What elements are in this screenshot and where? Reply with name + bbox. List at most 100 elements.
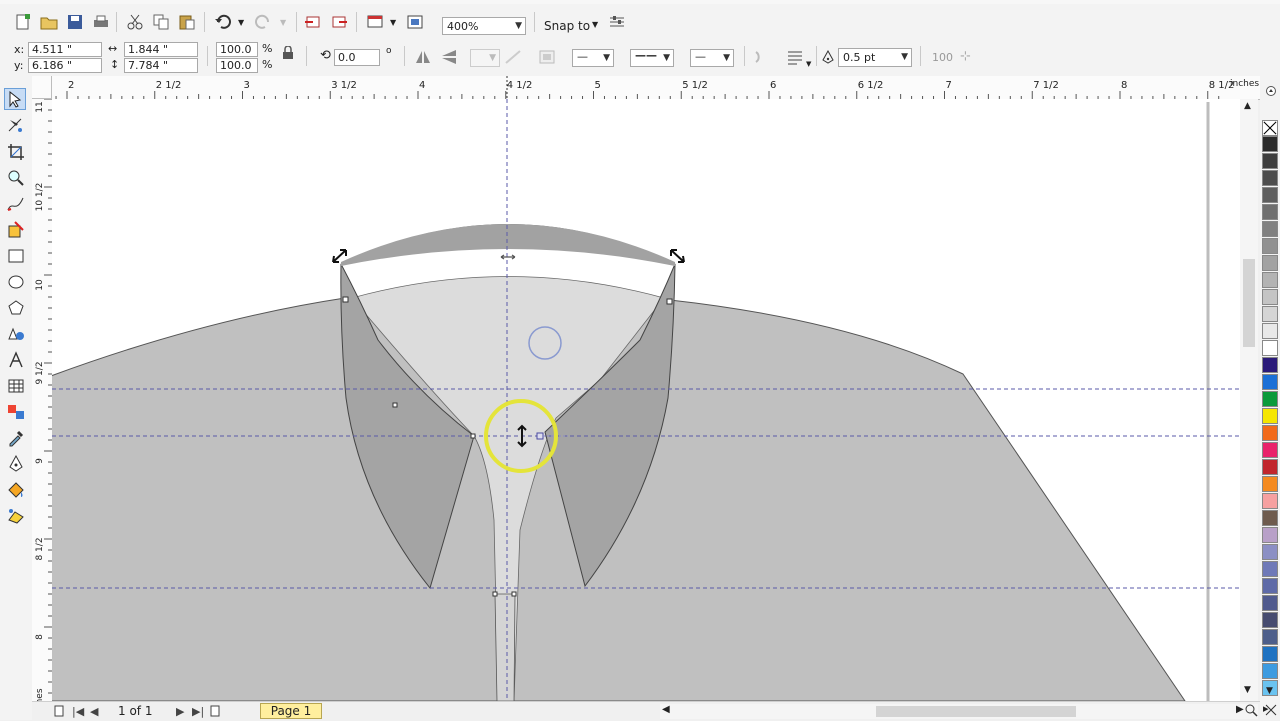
color-swatch[interactable] bbox=[1262, 493, 1278, 509]
color-swatch[interactable] bbox=[1262, 408, 1278, 424]
rotate-handle-top-left[interactable] bbox=[332, 249, 347, 263]
x-position-field[interactable]: 4.511 " bbox=[28, 42, 102, 57]
color-swatch[interactable] bbox=[1262, 170, 1278, 186]
placket-shape[interactable] bbox=[494, 593, 516, 701]
color-swatch[interactable] bbox=[1262, 221, 1278, 237]
undo-icon[interactable] bbox=[214, 14, 232, 30]
color-swatch[interactable] bbox=[1262, 272, 1278, 288]
freehand-tool-icon[interactable] bbox=[6, 194, 26, 214]
end-arrowhead-select[interactable]: — ▼ bbox=[690, 49, 734, 67]
zoom-level-select[interactable]: 400% ▼ bbox=[442, 17, 526, 35]
color-swatch[interactable] bbox=[1262, 527, 1278, 543]
scale-x-field[interactable]: 100.0 bbox=[216, 42, 258, 57]
new-document-icon[interactable] bbox=[14, 14, 32, 30]
color-swatch[interactable] bbox=[1262, 510, 1278, 526]
import-icon[interactable] bbox=[304, 14, 322, 30]
mirror-vertical-icon[interactable] bbox=[440, 49, 458, 65]
ellipse-tool-icon[interactable] bbox=[6, 272, 26, 292]
start-arrowhead-select[interactable]: — ▼ bbox=[572, 49, 614, 67]
drawing-canvas[interactable] bbox=[52, 99, 1240, 701]
color-swatch[interactable] bbox=[1262, 340, 1278, 356]
table-tool-icon[interactable] bbox=[6, 376, 26, 396]
color-swatch[interactable] bbox=[1262, 255, 1278, 271]
zoom-navigator-icon[interactable] bbox=[1244, 703, 1258, 717]
quick-corner-select[interactable]: ▼ bbox=[470, 49, 500, 67]
palette-scroll-up-icon[interactable] bbox=[1266, 86, 1276, 96]
selected-node[interactable] bbox=[536, 432, 544, 440]
path-node[interactable] bbox=[470, 433, 476, 439]
width-field[interactable]: 1.844 " bbox=[124, 42, 198, 57]
basic-shapes-tool-icon[interactable] bbox=[6, 324, 26, 344]
color-swatch[interactable] bbox=[1262, 595, 1278, 611]
text-tool-icon[interactable] bbox=[6, 350, 26, 370]
vertical-ruler[interactable]: 11 10 1/2 10 9 1/2 9 8 1/2 8 inches bbox=[32, 99, 53, 701]
y-position-field[interactable]: 6.186 " bbox=[28, 58, 102, 73]
redo-dropdown-arrow[interactable]: ▼ bbox=[280, 18, 286, 27]
color-swatch[interactable] bbox=[1262, 646, 1278, 662]
open-folder-icon[interactable] bbox=[40, 14, 58, 30]
snap-to-dropdown-arrow[interactable]: ▼ bbox=[592, 20, 598, 29]
horizontal-scroll-thumb[interactable] bbox=[876, 706, 1076, 717]
lock-ratio-icon[interactable] bbox=[282, 46, 294, 60]
scroll-up-arrow[interactable]: ▲ bbox=[1244, 101, 1251, 111]
color-swatch[interactable] bbox=[1262, 204, 1278, 220]
color-swatch[interactable] bbox=[1262, 306, 1278, 322]
scroll-right-arrow[interactable]: ▶ bbox=[1236, 704, 1244, 715]
last-page-icon[interactable]: ▶| bbox=[192, 705, 204, 718]
scroll-down-arrow[interactable]: ▼ bbox=[1244, 685, 1251, 695]
color-swatch[interactable] bbox=[1262, 629, 1278, 645]
horizontal-scrollbar[interactable]: ◀ ▶ bbox=[660, 704, 1258, 719]
pick-tool-selected[interactable] bbox=[4, 88, 26, 110]
path-node[interactable] bbox=[342, 296, 349, 303]
text-wrap-icon[interactable] bbox=[786, 49, 804, 65]
color-swatch[interactable] bbox=[1262, 561, 1278, 577]
skew-handle-top[interactable] bbox=[500, 254, 516, 260]
drawing-artwork[interactable] bbox=[52, 99, 1240, 701]
export-icon[interactable] bbox=[330, 14, 348, 30]
palette-options-icon[interactable] bbox=[1264, 703, 1278, 717]
path-node[interactable] bbox=[511, 591, 517, 597]
cut-icon[interactable] bbox=[126, 14, 144, 30]
page-tab[interactable]: Page 1 bbox=[260, 703, 322, 719]
print-icon[interactable] bbox=[92, 14, 110, 30]
palette-scroll-down-icon[interactable]: ▼ bbox=[1266, 686, 1273, 696]
scale-y-field[interactable]: 100.0 bbox=[216, 58, 258, 73]
horizontal-ruler[interactable]: 22 1/2 3 3 1/2 4 4 1/2 5 5 1/2 6 6 1/2 7 7 1/2 8 8 1… bbox=[32, 76, 1260, 100]
full-screen-preview-icon[interactable] bbox=[406, 14, 424, 30]
color-swatch[interactable] bbox=[1262, 425, 1278, 441]
height-field[interactable]: 7.784 " bbox=[124, 58, 198, 73]
color-swatch[interactable] bbox=[1262, 238, 1278, 254]
redo-icon[interactable] bbox=[254, 14, 272, 30]
options-icon[interactable] bbox=[608, 14, 626, 30]
copy-icon[interactable] bbox=[152, 14, 170, 30]
launcher-dropdown-arrow[interactable]: ▼ bbox=[390, 18, 396, 27]
paste-icon[interactable] bbox=[178, 14, 196, 30]
fill-tool-icon[interactable] bbox=[6, 480, 26, 500]
add-page-icon[interactable] bbox=[54, 705, 64, 717]
outline-pen-tool-icon[interactable] bbox=[6, 454, 26, 474]
no-color-swatch[interactable] bbox=[1262, 120, 1278, 136]
first-page-icon[interactable]: |◀ bbox=[72, 705, 84, 718]
next-page-icon[interactable]: ▶ bbox=[176, 705, 184, 718]
color-swatch[interactable] bbox=[1262, 323, 1278, 339]
color-swatch[interactable] bbox=[1262, 153, 1278, 169]
color-swatch[interactable] bbox=[1262, 544, 1278, 560]
save-icon[interactable] bbox=[66, 14, 84, 30]
color-swatch[interactable] bbox=[1262, 374, 1278, 390]
previous-page-icon[interactable]: ◀ bbox=[90, 705, 98, 718]
eyedropper-tool-icon[interactable] bbox=[6, 428, 26, 448]
outline-width-select[interactable]: 0.5 pt ▼ bbox=[838, 48, 912, 67]
rectangle-tool-icon[interactable] bbox=[6, 246, 26, 266]
crop-tool-icon[interactable] bbox=[6, 142, 26, 162]
color-swatch[interactable] bbox=[1262, 663, 1278, 679]
undo-dropdown-arrow[interactable]: ▼ bbox=[238, 18, 244, 27]
color-swatch[interactable] bbox=[1262, 289, 1278, 305]
path-node[interactable] bbox=[392, 402, 398, 408]
color-swatch[interactable] bbox=[1262, 136, 1278, 152]
color-swatch[interactable] bbox=[1262, 187, 1278, 203]
add-page-after-icon[interactable] bbox=[210, 705, 220, 717]
rotation-angle-field[interactable]: 0.0 bbox=[334, 49, 380, 66]
mirror-horizontal-icon[interactable] bbox=[414, 49, 432, 65]
interactive-fill-tool-icon[interactable] bbox=[6, 506, 26, 526]
zoom-tool-icon[interactable] bbox=[6, 168, 26, 188]
